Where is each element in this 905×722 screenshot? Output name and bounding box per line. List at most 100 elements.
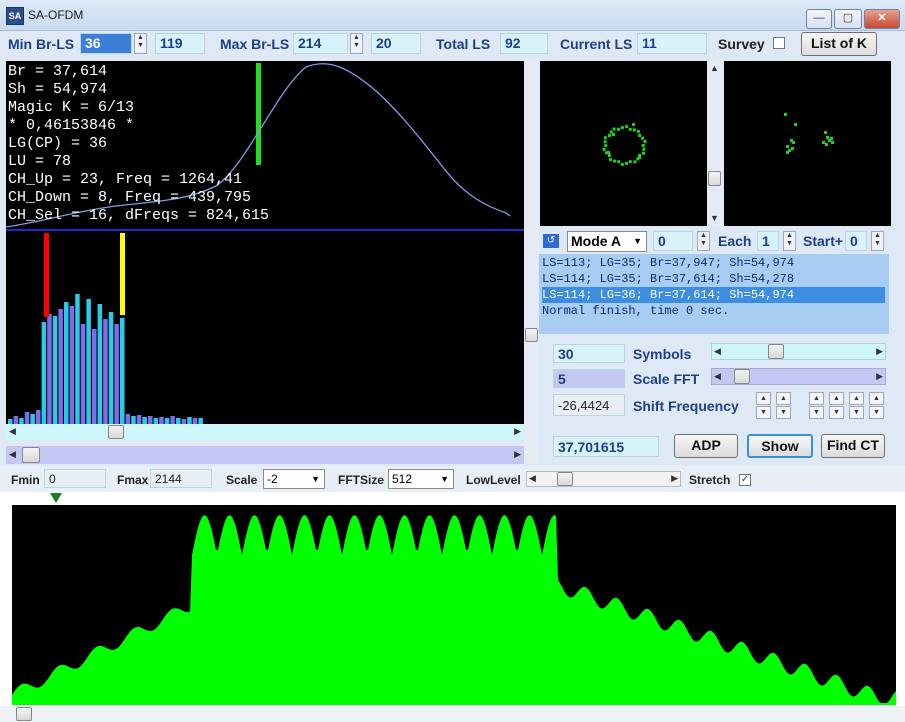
shift-down-4[interactable]: ▼ xyxy=(829,406,844,419)
left-hscroll-2[interactable]: ◀ ▶ xyxy=(6,446,524,464)
lowlevel-right[interactable]: ▶ xyxy=(671,473,678,484)
constellation-point xyxy=(636,129,640,133)
log-line[interactable]: LS=114; LG=35; Br=37,614; Sh=54,278 xyxy=(542,271,794,287)
constellation-point xyxy=(617,127,621,131)
shift-down-3[interactable]: ▼ xyxy=(809,406,824,419)
lowlevel-thumb[interactable] xyxy=(557,472,573,486)
maximize-button[interactable]: ▢ xyxy=(834,9,862,29)
current-ls-label: Current LS xyxy=(560,36,633,52)
middle-vscroll-thumb[interactable] xyxy=(525,328,538,342)
symbols-slider-right[interactable]: ▶ xyxy=(876,346,883,357)
shift-down-2[interactable]: ▼ xyxy=(776,406,791,419)
histogram-bar xyxy=(47,314,52,424)
show-button[interactable]: Show xyxy=(747,434,813,458)
constellation-point xyxy=(628,127,632,131)
max-br-ls-label: Max Br-LS xyxy=(220,36,290,52)
spectrum-hscroll[interactable] xyxy=(0,706,905,722)
log-line[interactable]: LS=114; LG=36; Br=37,614; Sh=54,974 xyxy=(542,287,885,303)
scale-fft-slider-left[interactable]: ◀ xyxy=(714,371,721,382)
lowlevel-left[interactable]: ◀ xyxy=(529,473,536,484)
constellation-point xyxy=(625,161,629,165)
histogram-bar xyxy=(97,304,103,424)
start-value[interactable]: 0 xyxy=(845,231,867,251)
fftsize-label: FFTSize xyxy=(338,473,385,487)
const-scroll-down[interactable]: ▼ xyxy=(710,213,719,223)
constellation-point xyxy=(824,131,827,134)
list-of-k-button[interactable]: List of K xyxy=(801,32,877,56)
stretch-checkbox[interactable]: ✓ xyxy=(739,474,751,486)
scale-fft-label: Scale FFT xyxy=(633,371,700,387)
constellation-point xyxy=(641,144,645,147)
histogram-bar xyxy=(64,302,69,424)
refresh-icon[interactable]: ↺ xyxy=(543,234,559,248)
start-spinner[interactable]: ▲ ▼ xyxy=(871,231,884,251)
min-br-ls-spinner[interactable]: ▲ ▼ xyxy=(134,33,147,54)
title-bar: SA SA-OFDM — ▢ ✕ xyxy=(0,0,905,31)
min-br-ls-input[interactable]: 36 xyxy=(80,33,132,54)
mode-select[interactable]: Mode A ▼ xyxy=(567,231,647,252)
constellation-point xyxy=(790,139,793,142)
histogram-bar xyxy=(103,319,108,424)
scale-fft-input[interactable]: 5 xyxy=(553,369,625,388)
mode-number-spinner[interactable]: ▲ ▼ xyxy=(697,231,710,251)
survey-checkbox[interactable] xyxy=(773,37,785,49)
constellation-point xyxy=(638,134,642,138)
minimize-button[interactable]: — xyxy=(806,9,832,29)
const-scroll-up[interactable]: ▲ xyxy=(710,63,719,73)
constellation-point xyxy=(620,162,624,166)
scroll-right-arrow[interactable]: ▶ xyxy=(514,426,521,437)
log-list[interactable]: LS=113; LG=35; Br=37,947; Sh=54,974 LS=11… xyxy=(539,254,889,334)
constellation-point xyxy=(625,125,629,129)
spectrum-hscroll-thumb[interactable] xyxy=(16,707,32,721)
each-spinner[interactable]: ▲ ▼ xyxy=(783,231,796,251)
mode-number[interactable]: 0 xyxy=(653,231,693,251)
scale-select[interactable]: -2 ▼ xyxy=(263,469,325,489)
log-line[interactable]: LS=113; LG=35; Br=37,947; Sh=54,974 xyxy=(542,255,794,271)
shift-up-3[interactable]: ▲ xyxy=(809,392,824,405)
scroll2-thumb[interactable] xyxy=(22,447,40,463)
shift-up-1[interactable]: ▲ xyxy=(756,392,771,405)
close-button[interactable]: ✕ xyxy=(864,9,900,29)
symbols-slider[interactable]: ◀ ▶ xyxy=(711,343,886,360)
each-value[interactable]: 1 xyxy=(757,231,779,251)
max-br-ls-spinner[interactable]: ▲ ▼ xyxy=(350,33,363,54)
shift-up-6[interactable]: ▲ xyxy=(869,392,884,405)
symbols-slider-thumb[interactable] xyxy=(768,344,784,359)
symbols-input[interactable]: 30 xyxy=(553,344,625,363)
green-marker xyxy=(256,63,261,165)
shift-down-6[interactable]: ▼ xyxy=(869,406,884,419)
shift-down-1[interactable]: ▼ xyxy=(756,406,771,419)
scale-fft-slider-thumb[interactable] xyxy=(734,369,750,384)
constellation-point xyxy=(620,126,624,130)
histogram-bar xyxy=(159,417,164,424)
log-line[interactable]: Normal finish, time 0 sec. xyxy=(542,303,729,319)
constellation-point xyxy=(602,147,606,151)
adp-button[interactable]: ADP xyxy=(674,434,738,458)
lowlevel-slider[interactable]: ◀ ▶ xyxy=(526,471,681,487)
const-scroll-thumb[interactable] xyxy=(708,171,721,186)
shift-down-5[interactable]: ▼ xyxy=(849,406,864,419)
constellation-point xyxy=(633,160,637,164)
fmin-input[interactable]: 0 xyxy=(44,469,106,488)
shift-up-5[interactable]: ▲ xyxy=(849,392,864,405)
left-hscroll-1[interactable]: ◀ ▶ xyxy=(6,424,524,440)
symbols-slider-left[interactable]: ◀ xyxy=(714,346,721,357)
frequency-marker-icon[interactable] xyxy=(50,493,62,503)
spectrum-fill xyxy=(12,515,896,705)
histogram-bar xyxy=(142,417,147,424)
shift-up-2[interactable]: ▲ xyxy=(776,392,791,405)
fmax-input[interactable]: 2144 xyxy=(150,469,212,488)
constellation-vscroll[interactable]: ▲ ▼ xyxy=(707,61,722,226)
scale-fft-slider-right[interactable]: ▶ xyxy=(876,371,883,382)
min-br-ls-aux: 119 xyxy=(155,33,205,54)
scroll2-left-arrow[interactable]: ◀ xyxy=(9,449,16,460)
scroll-thumb[interactable] xyxy=(108,425,124,439)
fftsize-select[interactable]: 512 ▼ xyxy=(388,469,454,489)
scale-fft-slider[interactable]: ◀ ▶ xyxy=(711,368,886,385)
scroll2-right-arrow[interactable]: ▶ xyxy=(514,449,521,460)
find-ct-button[interactable]: Find CT xyxy=(821,434,885,458)
middle-vscroll[interactable] xyxy=(524,61,539,464)
max-br-ls-input[interactable]: 214 xyxy=(293,33,348,54)
shift-up-4[interactable]: ▲ xyxy=(829,392,844,405)
scroll-left-arrow[interactable]: ◀ xyxy=(9,426,16,437)
